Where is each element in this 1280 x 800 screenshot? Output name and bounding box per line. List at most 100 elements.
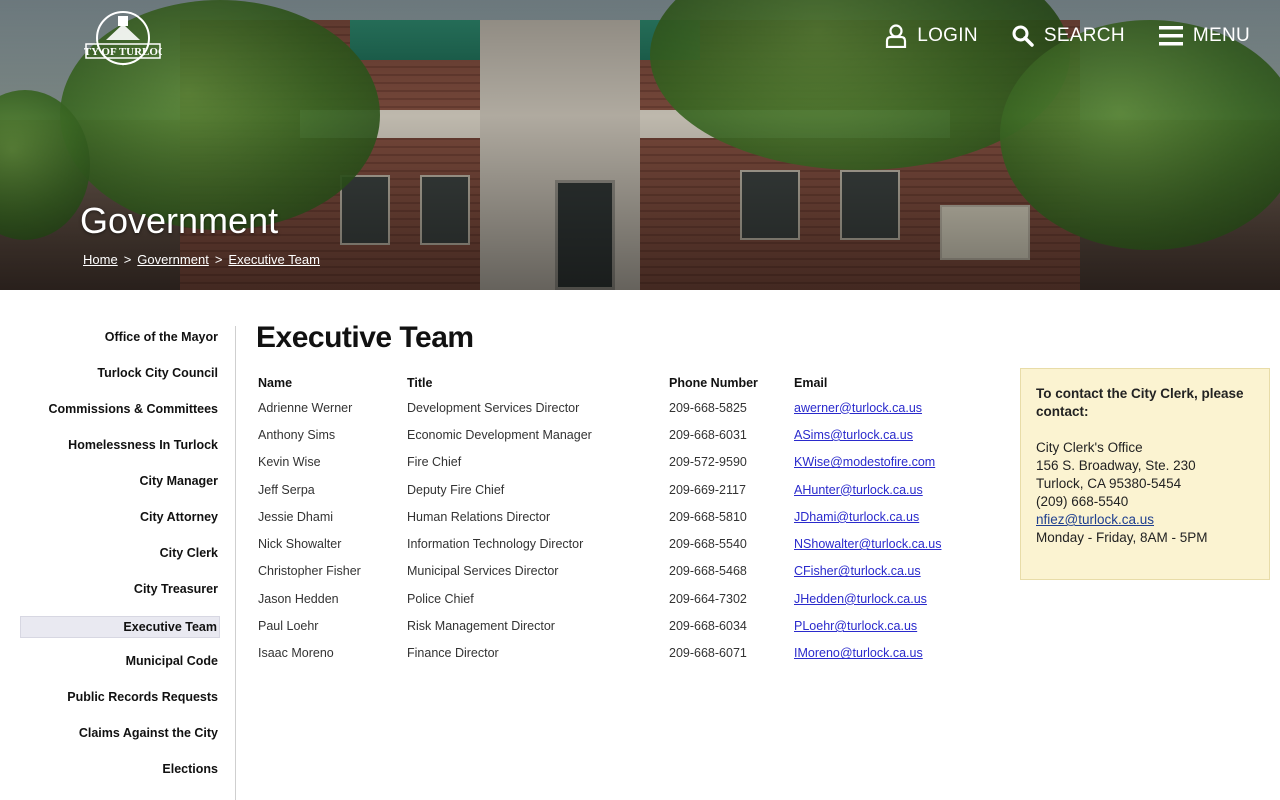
svg-text:·: · — [122, 63, 124, 69]
sidebar-item-city-clerk[interactable]: City Clerk — [20, 538, 220, 574]
cell-email: PLoehr@turlock.ca.us — [792, 612, 972, 639]
cell-email: AHunter@turlock.ca.us — [792, 476, 972, 503]
email-link[interactable]: JHedden@turlock.ca.us — [794, 592, 927, 606]
contact-email-link[interactable]: nfiez@turlock.ca.us — [1036, 512, 1154, 527]
hero-banner: CITY OF TURLOCK · LOGIN SEARCH MENU — [0, 0, 1280, 290]
table-row: Anthony Sims Economic Development Manager… — [256, 421, 972, 448]
contact-address-line-2: Turlock, CA 95380-5454 — [1036, 476, 1182, 491]
section-title: Government — [80, 200, 279, 241]
sidebar-item-public-records[interactable]: Public Records Requests — [20, 682, 220, 718]
contact-office: City Clerk's Office — [1036, 440, 1143, 455]
breadcrumb-separator: > — [214, 252, 223, 267]
cell-name: Jessie Dhami — [258, 509, 334, 524]
sidebar-item-city-treasurer[interactable]: City Treasurer — [20, 574, 220, 610]
sidebar-item-office-of-the-mayor[interactable]: Office of the Mayor — [20, 322, 220, 358]
table-row: Jason Hedden Police Chief 209-664-7302 JHed… — [256, 585, 972, 612]
email-link[interactable]: ASims@turlock.ca.us — [794, 428, 913, 442]
column-header-name: Name — [258, 376, 293, 390]
sidebar-item-elections[interactable]: Elections — [20, 754, 220, 790]
sidebar-item-homelessness[interactable]: Homelessness In Turlock — [20, 430, 220, 466]
cell-title: Police Chief — [407, 591, 474, 606]
contact-hours: Monday - Friday, 8AM - 5PM — [1036, 530, 1208, 545]
cell-title: Economic Development Manager — [407, 427, 592, 442]
table-row: Jeff Serpa Deputy Fire Chief 209-669-2117 A… — [256, 476, 972, 503]
cell-title: Finance Director — [407, 646, 499, 661]
search-icon — [1012, 25, 1034, 47]
cell-title: Information Technology Director — [407, 537, 584, 552]
breadcrumb-government-link[interactable]: Government — [137, 252, 209, 267]
cell-title: Development Services Director — [407, 400, 580, 415]
cell-phone: 209-572-9590 — [669, 455, 747, 470]
executive-team-table: Name Title Phone Number Email Adrienne W… — [256, 376, 972, 667]
email-link[interactable]: IMoreno@turlock.ca.us — [794, 646, 923, 660]
city-clerk-contact-box: To contact the City Clerk, please contac… — [1020, 368, 1270, 580]
cell-phone: 209-668-5468 — [669, 564, 747, 579]
cell-email: awerner@turlock.ca.us — [792, 394, 972, 421]
cell-email: CFisher@turlock.ca.us — [792, 558, 972, 585]
cell-title: Risk Management Director — [407, 619, 555, 634]
email-link[interactable]: awerner@turlock.ca.us — [794, 401, 922, 415]
logo-text: CITY OF TURLOCK — [84, 46, 162, 58]
table-row: Jessie Dhami Human Relations Director 209-… — [256, 503, 972, 530]
cell-title: Deputy Fire Chief — [407, 482, 505, 497]
table-row: Adrienne Werner Development Services Dire… — [256, 394, 972, 421]
cell-title: Municipal Services Director — [407, 564, 559, 579]
contact-phone: (209) 668-5540 — [1036, 494, 1129, 509]
sidebar-item-city-attorney[interactable]: City Attorney — [20, 502, 220, 538]
email-link[interactable]: CFisher@turlock.ca.us — [794, 564, 921, 578]
cell-phone: 209-668-5825 — [669, 400, 747, 415]
column-header-title: Title — [407, 376, 433, 390]
cell-name: Paul Loehr — [258, 619, 319, 634]
email-link[interactable]: JDhami@turlock.ca.us — [794, 510, 919, 524]
cell-name: Christopher Fisher — [258, 564, 361, 579]
cell-email: KWise@modestofire.com — [792, 449, 972, 476]
cell-name: Kevin Wise — [258, 455, 321, 470]
cell-name: Anthony Sims — [258, 427, 336, 442]
login-label: LOGIN — [917, 25, 978, 46]
cell-phone: 209-668-6031 — [669, 427, 747, 442]
cell-phone: 209-668-6071 — [669, 646, 747, 661]
cell-email: IMoreno@turlock.ca.us — [792, 640, 972, 667]
table-row: Isaac Moreno Finance Director 209-668-6071… — [256, 640, 972, 667]
menu-button[interactable]: MENU — [1158, 25, 1250, 47]
top-nav: LOGIN SEARCH MENU — [885, 24, 1250, 48]
hamburger-icon — [1158, 26, 1183, 46]
sidebar-item-commissions-committees[interactable]: Commissions & Committees — [20, 394, 220, 430]
table-row: Christopher Fisher Municipal Services Dir… — [256, 558, 972, 585]
email-link[interactable]: KWise@modestofire.com — [794, 455, 935, 469]
cell-name: Adrienne Werner — [258, 400, 353, 415]
page-title: Executive Team — [256, 321, 474, 354]
cell-email: JDhami@turlock.ca.us — [792, 503, 972, 530]
table-header-row: Name Title Phone Number Email — [256, 376, 972, 394]
email-link[interactable]: AHunter@turlock.ca.us — [794, 483, 923, 497]
breadcrumb-separator: > — [123, 252, 132, 267]
cell-name: Isaac Moreno — [258, 646, 334, 661]
search-label: SEARCH — [1043, 25, 1125, 46]
sidebar-divider — [235, 326, 236, 800]
search-button[interactable]: SEARCH — [1012, 25, 1125, 47]
user-icon — [886, 24, 907, 48]
breadcrumb-home-link[interactable]: Home — [83, 252, 118, 267]
breadcrumb: Home > Government > Executive Team — [83, 252, 320, 267]
sidebar-item-city-manager[interactable]: City Manager — [20, 466, 220, 502]
cell-email: NShowalter@turlock.ca.us — [792, 530, 972, 557]
login-button[interactable]: LOGIN — [885, 24, 978, 48]
email-link[interactable]: NShowalter@turlock.ca.us — [794, 537, 941, 551]
city-logo-icon[interactable]: CITY OF TURLOCK · — [84, 10, 162, 70]
sidebar-item-municipal-code[interactable]: Municipal Code — [20, 646, 220, 682]
table-row: Nick Showalter Information Technology Dir… — [256, 530, 972, 557]
sidebar-item-turlock-city-council[interactable]: Turlock City Council — [20, 358, 220, 394]
email-link[interactable]: PLoehr@turlock.ca.us — [794, 619, 917, 633]
cell-email: JHedden@turlock.ca.us — [792, 585, 972, 612]
breadcrumb-executive-team-link[interactable]: Executive Team — [228, 252, 320, 267]
cell-phone: 209-668-5810 — [669, 509, 747, 524]
sidebar-item-claims[interactable]: Claims Against the City — [20, 718, 220, 754]
table-row: Kevin Wise Fire Chief 209-572-9590 KWise@mo… — [256, 449, 972, 476]
column-header-phone: Phone Number — [669, 376, 758, 390]
cell-phone: 209-668-5540 — [669, 537, 747, 552]
cell-email: ASims@turlock.ca.us — [792, 421, 972, 448]
contact-address-line-1: 156 S. Broadway, Ste. 230 — [1036, 458, 1196, 473]
cell-title: Fire Chief — [407, 455, 462, 470]
cell-name: Jeff Serpa — [258, 482, 315, 497]
sidebar-item-executive-team[interactable]: Executive Team — [20, 616, 220, 638]
